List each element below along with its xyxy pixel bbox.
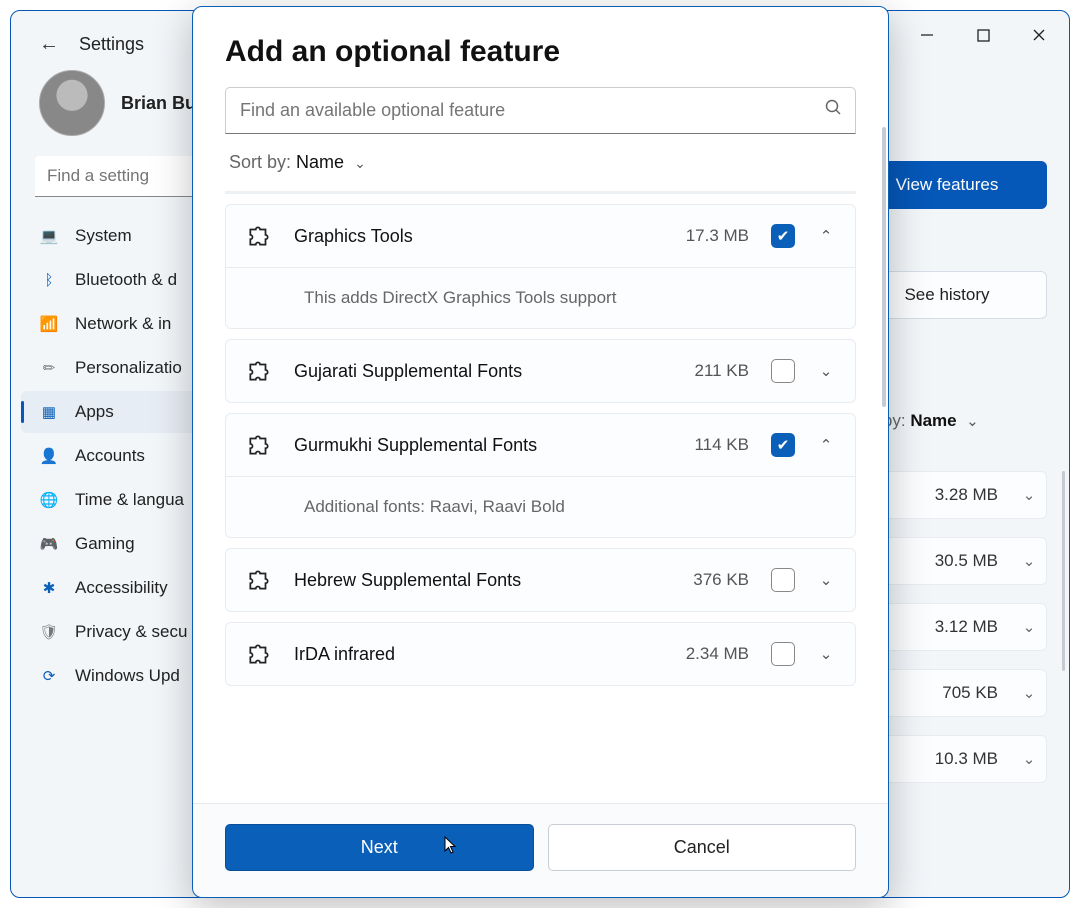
sidebar-icon: ⟳: [39, 666, 59, 686]
page-title: Settings: [79, 34, 144, 55]
feature-item: Graphics Tools 17.3 MB ✔ ⌃ This adds DirectX…: [225, 204, 856, 329]
avatar: [39, 70, 105, 136]
sidebar-item-label: Windows Upd: [75, 666, 180, 686]
feature-size: 376 KB: [693, 570, 749, 590]
sidebar-item-label: Personalizatio: [75, 358, 182, 378]
feature-name: Hebrew Supplemental Fonts: [294, 570, 671, 591]
add-feature-dialog: Add an optional feature Sort by: Name ⌄ …: [192, 6, 889, 898]
sidebar-icon: 💻: [39, 226, 59, 246]
feature-list: Graphics Tools 17.3 MB ✔ ⌃ This adds DirectX…: [225, 191, 856, 686]
cancel-button[interactable]: Cancel: [548, 824, 857, 871]
feature-size: 705 KB: [942, 683, 998, 703]
back-arrow-icon[interactable]: ←: [39, 33, 59, 56]
sidebar-icon: ✱: [39, 578, 59, 598]
feature-item: Gurmukhi Supplemental Fonts 114 KB ✔ ⌃ Addit…: [225, 413, 856, 538]
feature-size: 17.3 MB: [686, 226, 749, 246]
modal-scrollbar-thumb[interactable]: [882, 127, 886, 407]
chevron-up-icon[interactable]: ⌃: [817, 227, 835, 245]
sidebar-icon: 📶: [39, 314, 59, 334]
feature-size: 211 KB: [694, 361, 749, 381]
sidebar-icon: ▦: [39, 402, 59, 422]
feature-row[interactable]: IrDA infrared 2.34 MB ⌄: [226, 623, 855, 685]
feature-checkbox[interactable]: ✔: [771, 433, 795, 457]
window-titlebar: [897, 11, 1069, 59]
feature-item: IrDA infrared 2.34 MB ⌄: [225, 622, 856, 686]
sidebar-item-label: System: [75, 226, 132, 246]
feature-size: 30.5 MB: [935, 551, 998, 571]
feature-size: 3.28 MB: [935, 485, 998, 505]
feature-name: Gujarati Supplemental Fonts: [294, 361, 672, 382]
sidebar-item-label: Apps: [75, 402, 114, 422]
sidebar-item-label: Network & in: [75, 314, 171, 334]
feature-size: 2.34 MB: [686, 644, 749, 664]
sort-by-dropdown[interactable]: Sort by: Name ⌄: [229, 152, 852, 173]
chevron-down-icon: ⌄: [1020, 618, 1038, 636]
feature-row[interactable]: Hebrew Supplemental Fonts 376 KB ⌄: [226, 549, 855, 611]
chevron-down-icon: ⌄: [1020, 552, 1038, 570]
feature-name: Graphics Tools: [294, 226, 664, 247]
sidebar-icon: ✏: [39, 358, 59, 378]
puzzle-icon: [246, 432, 272, 458]
feature-row[interactable]: Gujarati Supplemental Fonts 211 KB ⌄: [226, 340, 855, 402]
cursor-icon: [444, 836, 460, 861]
puzzle-icon: [246, 567, 272, 593]
chevron-down-icon: ⌄: [1020, 486, 1038, 504]
feature-checkbox[interactable]: [771, 568, 795, 592]
sidebar-icon: ᛒ: [39, 270, 59, 290]
sidebar-icon: 🌐: [39, 490, 59, 510]
feature-description: This adds DirectX Graphics Tools support: [226, 267, 855, 328]
sidebar-item-label: Time & langua: [75, 490, 184, 510]
chevron-down-icon: ⌄: [1020, 684, 1038, 702]
feature-checkbox[interactable]: [771, 642, 795, 666]
scrollbar-thumb[interactable]: [1062, 471, 1065, 671]
feature-checkbox[interactable]: [771, 359, 795, 383]
maximize-button[interactable]: [975, 27, 991, 43]
minimize-button[interactable]: [919, 27, 935, 43]
sidebar-item-label: Gaming: [75, 534, 135, 554]
puzzle-icon: [246, 358, 272, 384]
feature-row[interactable]: Graphics Tools 17.3 MB ✔ ⌃: [226, 205, 855, 267]
feature-item: Gujarati Supplemental Fonts 211 KB ⌄: [225, 339, 856, 403]
feature-size: 3.12 MB: [935, 617, 998, 637]
chevron-down-icon: ⌄: [966, 413, 979, 430]
chevron-down-icon[interactable]: ⌄: [817, 362, 835, 380]
close-button[interactable]: [1031, 27, 1047, 43]
feature-name: Gurmukhi Supplemental Fonts: [294, 435, 672, 456]
sidebar-icon: 🛡: [39, 622, 59, 642]
feature-description: Additional fonts: Raavi, Raavi Bold: [226, 476, 855, 537]
puzzle-icon: [246, 641, 272, 667]
next-button[interactable]: Next: [225, 824, 534, 871]
chevron-down-icon: ⌄: [354, 155, 366, 171]
puzzle-icon: [246, 223, 272, 249]
feature-size: 10.3 MB: [935, 749, 998, 769]
feature-checkbox[interactable]: ✔: [771, 224, 795, 248]
feature-name: IrDA infrared: [294, 644, 664, 665]
chevron-down-icon[interactable]: ⌄: [817, 645, 835, 663]
dialog-title: Add an optional feature: [193, 7, 888, 87]
sidebar-item-label: Accessibility: [75, 578, 168, 598]
sidebar-icon: 👤: [39, 446, 59, 466]
sidebar-icon: 🎮: [39, 534, 59, 554]
feature-search-input[interactable]: [225, 87, 856, 134]
chevron-down-icon: ⌄: [1020, 750, 1038, 768]
sidebar-item-label: Bluetooth & d: [75, 270, 177, 290]
chevron-up-icon[interactable]: ⌃: [817, 436, 835, 454]
feature-item: Hebrew Supplemental Fonts 376 KB ⌄: [225, 548, 856, 612]
feature-row[interactable]: Gurmukhi Supplemental Fonts 114 KB ✔ ⌃: [226, 414, 855, 476]
chevron-down-icon[interactable]: ⌄: [817, 571, 835, 589]
sidebar-item-label: Accounts: [75, 446, 145, 466]
search-icon: [825, 99, 842, 121]
user-name: Brian Bur: [121, 93, 203, 114]
sidebar-item-label: Privacy & secu: [75, 622, 187, 642]
feature-size: 114 KB: [694, 435, 749, 455]
